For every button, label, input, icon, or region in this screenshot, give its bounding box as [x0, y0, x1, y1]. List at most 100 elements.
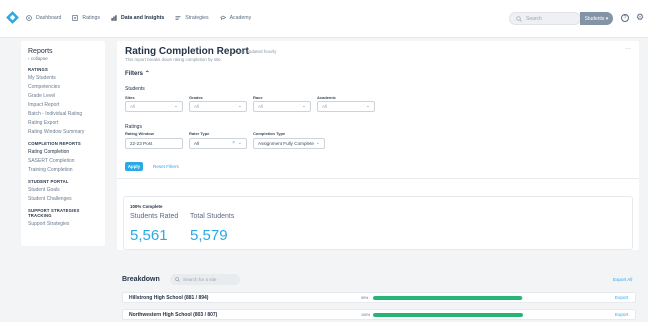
sidebar-item-support-strategies[interactable]: Support Strategies — [28, 220, 98, 229]
students-rated-value: 5,561 — [130, 227, 168, 244]
breakdown-row[interactable]: Hillstrong High School (881 / 894) 99% E… — [122, 292, 636, 303]
strategies-icon — [175, 16, 181, 20]
search-icon — [516, 15, 522, 22]
rater-type-select[interactable]: All × ⌄ — [189, 138, 247, 149]
completion-progress-bar — [373, 313, 523, 317]
ratings-filter-group-title: Ratings — [125, 124, 142, 130]
export-all-link[interactable]: Export All — [613, 277, 632, 282]
export-link[interactable]: Export — [615, 312, 628, 317]
sites-label: Sites — [125, 95, 135, 100]
gear-icon[interactable]: ⚙ — [636, 13, 644, 22]
nav-ratings[interactable]: Ratings — [72, 15, 100, 21]
sidebar-item-training-completion[interactable]: Training Completion — [28, 166, 98, 175]
rater-type-select-value: All — [194, 141, 200, 146]
filters-label: Filters — [125, 71, 144, 77]
site-search-input[interactable]: Search for a site — [170, 274, 240, 285]
clear-icon[interactable]: × — [232, 139, 235, 148]
completion-type-select-value: Assignment Fully Complete — [258, 141, 314, 146]
search-icon — [175, 277, 180, 282]
sidebar-item-rating-export[interactable]: Rating Export — [28, 119, 98, 128]
rater-type-label: Rater Type — [189, 131, 210, 136]
grades-label: Grades — [189, 95, 203, 100]
site-name: Hillstrong High School (881 / 894) — [129, 295, 209, 301]
sidebar-item-rating-window-summary[interactable]: Rating Window Summary — [28, 128, 98, 137]
academic-select[interactable]: All ⌄ — [317, 101, 375, 112]
completion-summary-card: 100% Complete Students Rated 5,561 Total… — [123, 196, 633, 250]
chevron-down-icon: ⌄ — [173, 103, 178, 109]
breakdown-title: Breakdown — [122, 276, 160, 283]
reports-sidebar: Reports ‹ collapse RATINGS My Students C… — [21, 41, 105, 246]
grades-select[interactable]: All ⌄ — [189, 101, 247, 112]
apply-button[interactable]: Apply — [125, 162, 143, 171]
completion-percent: 100% — [361, 313, 371, 317]
rating-window-label: Rating Window — [125, 131, 154, 136]
breakdown-row[interactable]: Northwestern High School (803 / 807) 100… — [122, 309, 636, 320]
more-options-icon[interactable]: ··· — [625, 46, 631, 52]
completion-percent: 99% — [361, 296, 369, 300]
total-students-label: Total Students — [190, 213, 235, 220]
students-dropdown-button[interactable]: Students ▾ — [580, 12, 613, 25]
race-select[interactable]: All ⌄ — [253, 101, 311, 112]
global-search-input[interactable]: Search — [509, 12, 581, 25]
completion-type-select[interactable]: Assignment Fully Complete ⌄ — [253, 138, 325, 149]
nav-dashboard-label: Dashboard — [36, 15, 62, 21]
global-search-placeholder: Search — [526, 15, 542, 22]
completion-heading: 100% Complete — [130, 204, 163, 209]
main-nav: Dashboard Ratings Data and Insights Stra… — [26, 15, 262, 21]
sidebar-item-student-challenges[interactable]: Student Challenges — [28, 195, 98, 204]
report-panel: Rating Completion Report Data updated ho… — [117, 41, 639, 250]
sites-select-value: All — [130, 104, 136, 109]
chevron-down-icon: ⌄ — [237, 140, 242, 146]
chevron-down-icon: ⌄ — [315, 140, 320, 146]
rating-window-select[interactable]: 22-23 Post — [125, 138, 183, 149]
sidebar-item-rating-completion[interactable]: Rating Completion — [28, 148, 98, 157]
rating-window-select-value: 22-23 Post — [130, 141, 153, 146]
site-search-placeholder: Search for a site — [183, 277, 217, 282]
app-logo-icon[interactable] — [6, 11, 19, 24]
academic-select-value: All — [322, 104, 328, 109]
sidebar-item-grade-level[interactable]: Grade Level — [28, 92, 98, 101]
sites-select[interactable]: All ⌄ — [125, 101, 183, 112]
filters-toggle[interactable]: Filters ⌃ — [125, 70, 150, 77]
nav-data-and-insights[interactable]: Data and Insights — [111, 15, 164, 21]
nav-strategies-label: Strategies — [185, 15, 209, 21]
sidebar-title: Reports — [28, 48, 53, 55]
nav-strategies[interactable]: Strategies — [175, 15, 209, 21]
sidebar-item-impact-report[interactable]: Impact Report — [28, 101, 98, 110]
chevron-down-icon: ▾ — [604, 15, 609, 22]
site-name: Northwestern High School (803 / 807) — [129, 312, 218, 318]
nav-ratings-label: Ratings — [82, 15, 100, 21]
sidebar-item-batch-individual-rating[interactable]: Batch - Individual Rating — [28, 110, 98, 119]
export-link[interactable]: Export — [615, 295, 628, 300]
top-navigation-bar: Dashboard Ratings Data and Insights Stra… — [0, 0, 648, 38]
help-icon[interactable]: ? — [621, 14, 629, 22]
chevron-down-icon: ⌄ — [365, 103, 370, 109]
sidebar-collapse-label: collapse — [30, 56, 48, 61]
sidebar-item-competencies[interactable]: Competencies — [28, 83, 98, 92]
nav-academy-label: Academy — [229, 15, 252, 21]
chevron-up-icon: ⌃ — [144, 71, 150, 77]
chart-icon — [111, 15, 117, 21]
sidebar-section-heading: RATINGS — [28, 67, 48, 72]
sidebar-collapse-link[interactable]: ‹ collapse — [28, 56, 98, 61]
sidebar-item-sasert-completion[interactable]: SASERT Completion — [28, 157, 98, 166]
race-label: Race — [253, 95, 263, 100]
completion-progress-fill — [373, 296, 522, 300]
completion-progress-bar — [373, 296, 523, 300]
students-dropdown-label: Students — [584, 15, 605, 22]
chevron-down-icon: ⌄ — [301, 103, 306, 109]
page-title: Rating Completion Report — [125, 46, 249, 57]
chevron-down-icon: ⌄ — [237, 103, 242, 109]
nav-dashboard[interactable]: Dashboard — [26, 15, 61, 21]
sidebar-section-heading: SUPPORT STRATEGIES TRACKING — [28, 208, 80, 218]
academic-label: Academic — [317, 95, 336, 100]
sidebar-section-heading: STUDENT PORTAL — [28, 179, 69, 184]
data-updated-badge: Data updated hourly — [235, 49, 277, 54]
nav-academy[interactable]: Academy — [219, 15, 252, 21]
sidebar-section-heading: COMPLETION REPORTS — [28, 141, 81, 146]
reset-filters-link[interactable]: Reset Filters — [153, 164, 179, 169]
sidebar-item-my-students[interactable]: My Students — [28, 74, 98, 83]
grades-select-value: All — [194, 104, 200, 109]
sidebar-item-student-goals[interactable]: Student Goals — [28, 186, 98, 195]
completion-type-label: Completion Type — [253, 131, 286, 136]
